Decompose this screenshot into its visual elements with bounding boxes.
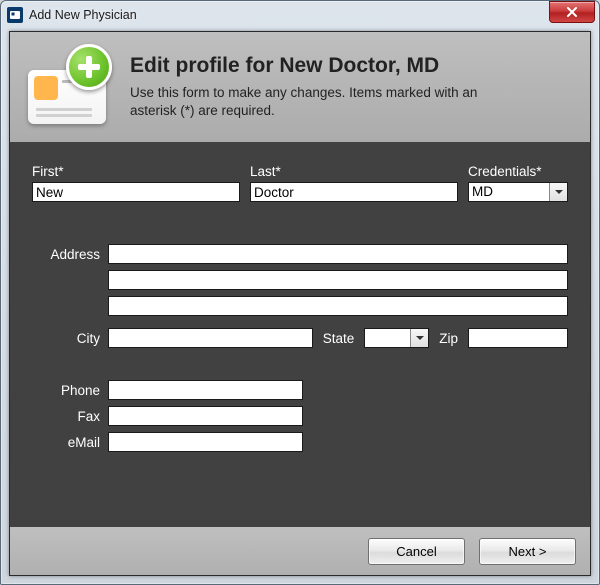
address1-input[interactable] [108,244,568,264]
app-icon [7,7,23,23]
fax-input[interactable] [108,406,303,426]
label-first: First* [32,164,240,179]
last-input[interactable] [250,182,458,202]
label-zip: Zip [439,331,458,346]
city-input[interactable] [108,328,313,348]
zip-input[interactable] [468,328,568,348]
close-icon [566,5,578,20]
credentials-select[interactable]: MD [468,182,568,202]
header-band: Edit profile for New Doctor, MD Use this… [10,32,590,142]
phone-input[interactable] [108,380,303,400]
state-select[interactable] [364,328,429,348]
cancel-button[interactable]: Cancel [368,538,465,565]
footer: Cancel Next > [10,527,590,575]
label-state: State [323,331,355,346]
label-last: Last* [250,164,458,179]
address3-input[interactable] [108,296,568,316]
chevron-down-icon [410,329,428,347]
chevron-down-icon [549,183,567,201]
page-title: Edit profile for New Doctor, MD [130,54,510,78]
label-fax: Fax [32,409,108,424]
label-address: Address [32,247,108,262]
content-panel: Edit profile for New Doctor, MD Use this… [9,31,591,576]
form-area: First* Last* Credentials* MD [10,142,590,452]
email-input[interactable] [108,432,303,452]
titlebar[interactable]: Add New Physician [1,1,599,29]
next-button[interactable]: Next > [479,538,576,565]
plus-icon [66,44,112,90]
page-subtitle: Use this form to make any changes. Items… [130,84,510,120]
dialog-window: Add New Physician Edit profile for New D… [0,0,600,585]
close-button[interactable] [549,1,595,23]
add-contact-icon [28,46,118,128]
first-input[interactable] [32,182,240,202]
label-email: eMail [32,435,108,450]
window-title: Add New Physician [29,8,549,22]
address2-input[interactable] [108,270,568,290]
label-phone: Phone [32,383,108,398]
label-credentials: Credentials* [468,164,568,179]
label-city: City [32,331,108,346]
